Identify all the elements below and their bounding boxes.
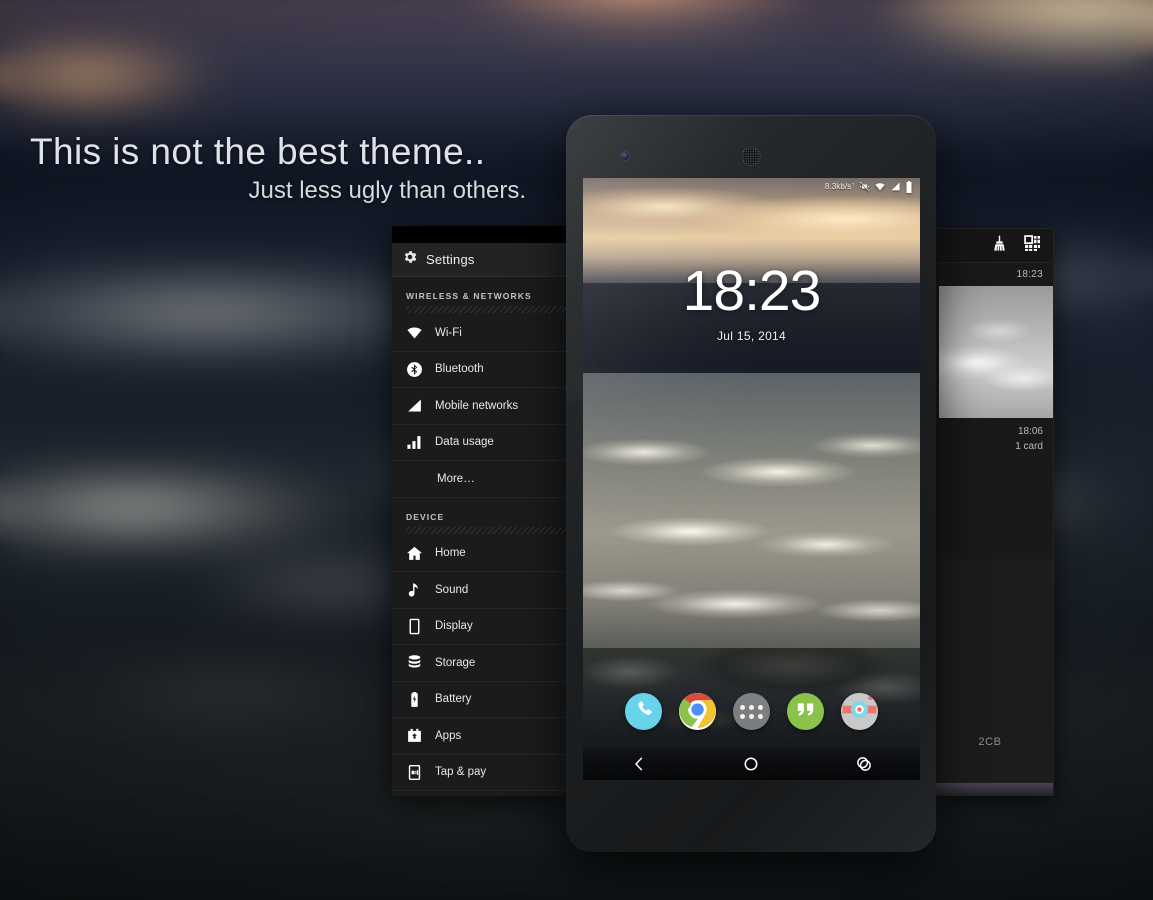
phone-status-bar: 8.3kb/s ↑ — [583, 178, 920, 195]
signal-icon — [890, 181, 901, 192]
settings-section-header-wireless: WIRELESS & NETWORKS — [406, 291, 532, 301]
grid-icon[interactable] — [1024, 234, 1041, 257]
dock — [583, 693, 920, 730]
dock-camera-app[interactable] — [841, 693, 878, 730]
settings-item-mobile-networks[interactable]: Mobile networks — [392, 388, 575, 425]
settings-item-bluetooth[interactable]: Bluetooth — [392, 352, 575, 388]
back-button[interactable] — [619, 756, 659, 772]
section-divider-hatch — [406, 306, 573, 313]
chrome-icon — [679, 693, 716, 730]
recents-card-top-time: 18:23 — [1016, 269, 1043, 280]
promo-tagline-line2: Just less ugly than others. — [248, 176, 526, 204]
phone-screen-icon — [406, 618, 423, 635]
recents-panel-footer — [933, 783, 1053, 795]
settings-item-label: Wi-Fi — [435, 326, 462, 339]
settings-item-more[interactable]: More… — [392, 461, 575, 498]
dock-phone-app[interactable] — [625, 693, 662, 730]
dock-app-drawer[interactable] — [733, 693, 770, 730]
settings-status-bar — [392, 226, 575, 243]
front-camera-icon — [621, 152, 629, 160]
settings-item-label: Bluetooth — [435, 363, 484, 376]
network-speed-direction-icon: ↑ — [851, 182, 855, 189]
settings-item-label: Storage — [435, 656, 476, 669]
settings-item-label: Data usage — [435, 436, 494, 449]
battery-icon — [905, 180, 913, 193]
settings-item-battery[interactable]: Battery — [392, 682, 575, 718]
settings-header: Settings — [392, 243, 575, 277]
settings-item-label: Tap & pay — [435, 766, 487, 779]
battery-icon — [406, 691, 423, 708]
bluetooth-icon — [406, 361, 423, 378]
clock-time: 18:23 — [583, 263, 920, 320]
music-note-icon — [406, 581, 423, 598]
recents-card-count: 1 card — [1015, 440, 1043, 452]
phone-handset-icon — [634, 699, 654, 724]
tap-and-pay-icon — [406, 764, 423, 781]
apps-box-icon — [406, 727, 423, 744]
settings-item-label: Sound — [435, 583, 469, 596]
phone-device: 8.3kb/s ↑ 18:23 Jul 15, 2014 — [566, 115, 936, 852]
settings-item-wifi[interactable]: Wi-Fi — [392, 315, 575, 352]
settings-item-sound[interactable]: Sound — [392, 572, 575, 609]
dock-messaging-app[interactable] — [787, 693, 824, 730]
promo-tagline-line1: This is not the best theme.. — [30, 131, 486, 172]
clock-hours: 18 — [682, 259, 745, 323]
settings-list[interactable]: WIRELESS & NETWORKS Wi-Fi Bluetooth Mobi… — [392, 277, 575, 796]
database-icon — [406, 654, 423, 671]
recents-toolbar — [933, 229, 1053, 263]
settings-item-home[interactable]: Home — [392, 536, 575, 572]
earpiece-speaker-icon — [741, 147, 761, 166]
vibrate-off-icon — [859, 181, 870, 192]
recents-card-thumbnail[interactable] — [939, 286, 1053, 418]
wifi-icon — [874, 181, 886, 192]
recents-memory-area: 2CB — [933, 559, 1053, 795]
settings-item-display[interactable]: Display — [392, 609, 575, 645]
camera-lens-icon — [841, 693, 878, 730]
settings-item-apps[interactable]: Apps — [392, 718, 575, 755]
app-drawer-dots-icon — [740, 704, 763, 719]
settings-item-tap-and-pay[interactable]: Tap & pay — [392, 755, 575, 791]
quote-marks-icon — [795, 699, 816, 725]
recents-card-top[interactable]: 18:23 18:06 1 card — [933, 263, 1053, 454]
clock-separator: : — [744, 259, 760, 323]
broom-icon[interactable] — [991, 235, 1008, 257]
recents-memory-label: 2CB — [978, 736, 1002, 748]
settings-title: Settings — [426, 252, 475, 267]
recents-card-bottom-time: 18:06 — [1017, 426, 1043, 437]
phone-bottom-bezel — [566, 780, 936, 852]
promo-tagline: This is not the best theme.. Just less u… — [0, 131, 540, 205]
settings-item-storage[interactable]: Storage — [392, 645, 575, 682]
navigation-bar — [583, 748, 920, 780]
recents-panel[interactable]: 18:23 18:06 1 card 2CB — [932, 228, 1054, 796]
settings-item-label: Apps — [435, 729, 462, 742]
gear-icon — [402, 249, 418, 270]
home-button[interactable] — [731, 756, 771, 772]
settings-section-header-device: DEVICE — [406, 511, 445, 522]
settings-item-data-usage[interactable]: Data usage — [392, 425, 575, 461]
settings-panel[interactable]: Settings WIRELESS & NETWORKS Wi-Fi Bluet… — [392, 226, 576, 796]
network-speed-indicator: 8.3kb/s ↑ — [825, 182, 855, 191]
recents-card-bottom-meta: 18:06 1 card — [933, 418, 1053, 454]
clock-date: Jul 15, 2014 — [717, 329, 786, 343]
phone-screen[interactable]: 8.3kb/s ↑ 18:23 Jul 15, 2014 — [583, 178, 920, 780]
home-icon — [406, 545, 423, 562]
bar-chart-icon — [406, 434, 423, 451]
signal-icon — [406, 397, 423, 414]
section-divider-hatch — [406, 526, 573, 534]
settings-item-label: Home — [435, 547, 466, 560]
dock-chrome-app[interactable] — [679, 693, 716, 730]
settings-item-label: Battery — [435, 693, 472, 706]
clock-widget[interactable]: 18:23 Jul 15, 2014 — [583, 263, 920, 344]
settings-item-label: Mobile networks — [435, 399, 519, 412]
clock-minutes: 23 — [758, 259, 821, 323]
wifi-icon — [406, 324, 423, 341]
settings-item-label: Display — [435, 620, 473, 633]
network-speed-value: 8.3kb/s — [824, 182, 852, 191]
recents-button[interactable] — [844, 756, 884, 772]
settings-item-label: More… — [437, 472, 475, 485]
